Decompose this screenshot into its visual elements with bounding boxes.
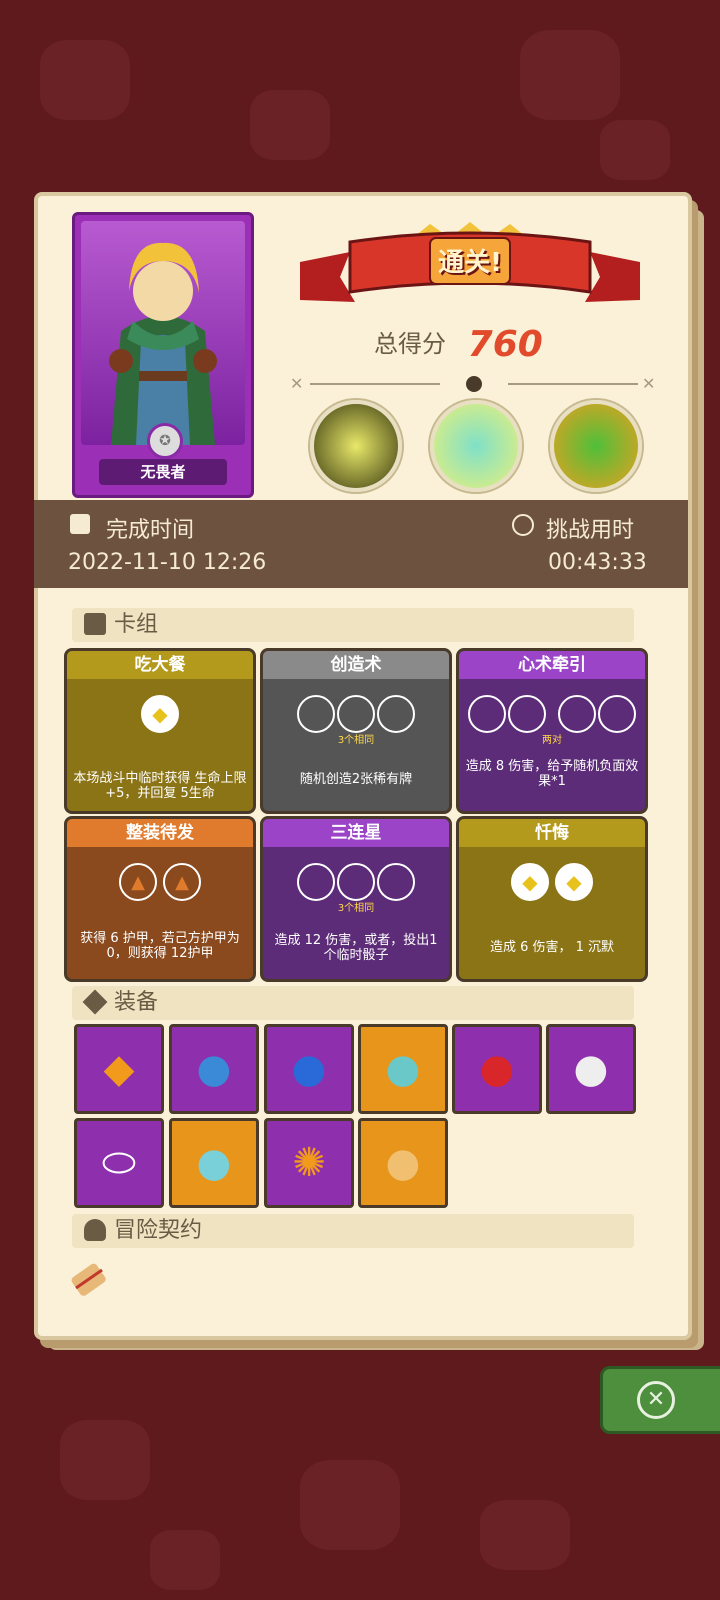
equipment-item-mirror[interactable]: ⬭ bbox=[74, 1118, 164, 1208]
equipment-item-eye[interactable]: ✺ bbox=[264, 1118, 354, 1208]
dice-slot-icon: ◆ bbox=[555, 863, 593, 901]
duration-value: 00:43:33 bbox=[548, 550, 647, 575]
boss-divider: ✕ ✕ bbox=[290, 374, 658, 393]
info-bar: 完成时间 2022-11-10 12:26 挑战用时 00:43:33 bbox=[34, 500, 688, 588]
svg-text:✕: ✕ bbox=[290, 374, 303, 393]
victory-banner: 通关! bbox=[300, 222, 640, 312]
boss-icon-1[interactable] bbox=[310, 400, 402, 492]
card-desc: 造成 12 伤害，或者，投出1个临时骰子 bbox=[274, 933, 438, 963]
dice-slot-icon: ◆ bbox=[511, 863, 549, 901]
card-title: 整装待发 bbox=[67, 819, 253, 847]
skull-icon: ● bbox=[573, 1046, 609, 1092]
stopwatch-icon bbox=[512, 514, 534, 536]
person-icon bbox=[84, 1219, 106, 1241]
card-4[interactable]: 整装待发 ▲ ▲ 获得 6 护甲，若己方护甲为0，则获得 12护甲 bbox=[64, 816, 256, 982]
dice-slot-icon bbox=[297, 863, 335, 901]
hero-name: 无畏者 bbox=[99, 459, 227, 485]
complete-time-value: 2022-11-10 12:26 bbox=[68, 550, 267, 575]
equipment-item-skull[interactable]: ● bbox=[546, 1024, 636, 1114]
equipment-item-ghost[interactable]: ● bbox=[169, 1118, 259, 1208]
card-title: 三连星 bbox=[263, 819, 449, 847]
card-2[interactable]: 创造术 3个相同 随机创造2张稀有牌 bbox=[260, 648, 452, 814]
card-title: 创造术 bbox=[263, 651, 449, 679]
equipment-title: 装备 bbox=[114, 990, 159, 1015]
box-icon bbox=[82, 989, 108, 1015]
equipment-item-bat[interactable]: ● bbox=[169, 1024, 259, 1114]
duration-label: 挑战用时 bbox=[546, 518, 635, 543]
badge-icon: ✪ bbox=[147, 423, 183, 459]
card-desc: 本场战斗中临时获得 生命上限+5，并回复 5生命 bbox=[73, 771, 247, 801]
svg-text:✕: ✕ bbox=[642, 374, 655, 393]
card-desc: 造成 6 伤害， 1 沉默 bbox=[489, 940, 615, 955]
blue-flame-icon: ● bbox=[291, 1046, 327, 1092]
dice-slot-icon bbox=[598, 695, 636, 733]
card-desc: 随机创造2张稀有牌 bbox=[299, 772, 413, 787]
score-value: 760 bbox=[467, 324, 543, 365]
card-title: 心术牵引 bbox=[459, 651, 645, 679]
bat-icon: ● bbox=[196, 1046, 232, 1092]
dice-slot-icon: ▲ bbox=[163, 863, 201, 901]
calendar-icon bbox=[70, 514, 90, 534]
flame-shield-icon: ◆ bbox=[103, 1046, 135, 1092]
card-3[interactable]: 心术牵引 两对 造成 8 伤害，给予随机负面效果*1 bbox=[456, 648, 648, 814]
dice-slot-icon bbox=[337, 863, 375, 901]
deck-title: 卡组 bbox=[114, 612, 159, 637]
boss-icon-3[interactable] bbox=[550, 400, 642, 492]
card-title: 忏悔 bbox=[459, 819, 645, 847]
equipment-item-flame[interactable]: ● bbox=[264, 1024, 354, 1114]
sword-icon: ● bbox=[479, 1046, 515, 1092]
boss-icon-2[interactable] bbox=[430, 400, 522, 492]
card-6[interactable]: 忏悔 ◆ ◆ 造成 6 伤害， 1 沉默 bbox=[456, 816, 648, 982]
card-5[interactable]: 三连星 3个相同 造成 12 伤害，或者，投出1个临时骰子 bbox=[260, 816, 452, 982]
dice-slot-icon: ▲ bbox=[119, 863, 157, 901]
score-row: 总得分 760 bbox=[374, 324, 543, 365]
card-1[interactable]: 吃大餐 ◆ 本场战斗中临时获得 生命上限+5，并回复 5生命 bbox=[64, 648, 256, 814]
bag-icon: ● bbox=[385, 1140, 421, 1186]
contract-section-header: 冒险契约 bbox=[72, 1214, 634, 1248]
dice-slot-icon bbox=[337, 695, 375, 733]
equipment-item-vase[interactable]: ● bbox=[358, 1024, 448, 1114]
deck-section-header: 卡组 bbox=[72, 608, 634, 642]
banner-title: 通关! bbox=[438, 248, 502, 278]
dice-slot-icon bbox=[468, 695, 506, 733]
card-desc: 造成 8 伤害，给予随机负面效果*1 bbox=[465, 759, 639, 789]
card-desc: 获得 6 护甲，若己方护甲为0，则获得 12护甲 bbox=[80, 931, 240, 961]
dice-slot-icon bbox=[297, 695, 335, 733]
dice-slot-icon bbox=[558, 695, 596, 733]
close-icon: ✕ bbox=[637, 1381, 675, 1419]
hero-card[interactable]: ✪ 无畏者 bbox=[72, 212, 254, 498]
card-requirement: 3个相同 bbox=[337, 903, 375, 914]
ghost-icon: ● bbox=[196, 1140, 232, 1186]
cards-icon bbox=[84, 613, 106, 635]
equipment-item-bag[interactable]: ● bbox=[358, 1118, 448, 1208]
hero-portrait bbox=[81, 221, 245, 445]
dice-slot-icon bbox=[377, 863, 415, 901]
contract-title: 冒险契约 bbox=[114, 1218, 203, 1243]
vase-icon: ● bbox=[385, 1046, 421, 1092]
close-button[interactable]: ✕ bbox=[600, 1366, 720, 1434]
score-label: 总得分 bbox=[374, 330, 446, 358]
eye-icon: ✺ bbox=[292, 1140, 326, 1186]
dice-slot-icon bbox=[377, 695, 415, 733]
dice-slot-icon: ◆ bbox=[141, 695, 179, 733]
card-requirement: 3个相同 bbox=[337, 735, 375, 746]
card-title: 吃大餐 bbox=[67, 651, 253, 679]
equipment-section-header: 装备 bbox=[72, 986, 634, 1020]
scroll-icon[interactable] bbox=[68, 1258, 112, 1302]
equipment-item-sword[interactable]: ● bbox=[452, 1024, 542, 1114]
mirror-icon: ⬭ bbox=[101, 1140, 137, 1186]
card-requirement: 两对 bbox=[542, 735, 562, 746]
dice-slot-icon bbox=[508, 695, 546, 733]
equipment-item-shield[interactable]: ◆ bbox=[74, 1024, 164, 1114]
complete-time-label: 完成时间 bbox=[106, 518, 195, 543]
